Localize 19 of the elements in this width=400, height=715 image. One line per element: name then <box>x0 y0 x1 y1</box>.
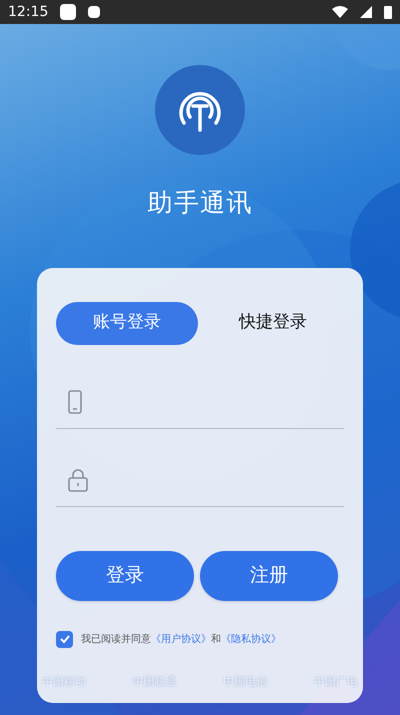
app-title: 助手通讯 <box>148 187 252 219</box>
lock-icon <box>68 468 88 492</box>
agreement-link[interactable]: 《隐私协议》 <box>221 634 281 644</box>
phone-icon <box>68 390 82 414</box>
agreement-checkbox[interactable] <box>56 630 73 648</box>
login-tab[interactable]: 账号登录 <box>56 302 198 344</box>
status-time: 12:15 <box>8 2 48 22</box>
login-tab[interactable]: 快捷登录 <box>202 302 344 344</box>
wifi-icon <box>332 6 348 18</box>
notification-icon <box>88 6 100 18</box>
battery-icon <box>384 5 392 19</box>
register-button[interactable]: 注册 <box>200 550 338 600</box>
antenna-logo-icon <box>155 65 245 155</box>
notification-icon <box>60 4 76 20</box>
agreement-link[interactable]: 《用户协议》 <box>151 634 211 644</box>
agreement-text: 我已阅读并同意《用户协议》和《隐私协议》 <box>81 632 281 646</box>
login-button[interactable]: 登录 <box>56 550 194 600</box>
check-icon <box>58 633 70 645</box>
signal-icon <box>360 6 372 18</box>
